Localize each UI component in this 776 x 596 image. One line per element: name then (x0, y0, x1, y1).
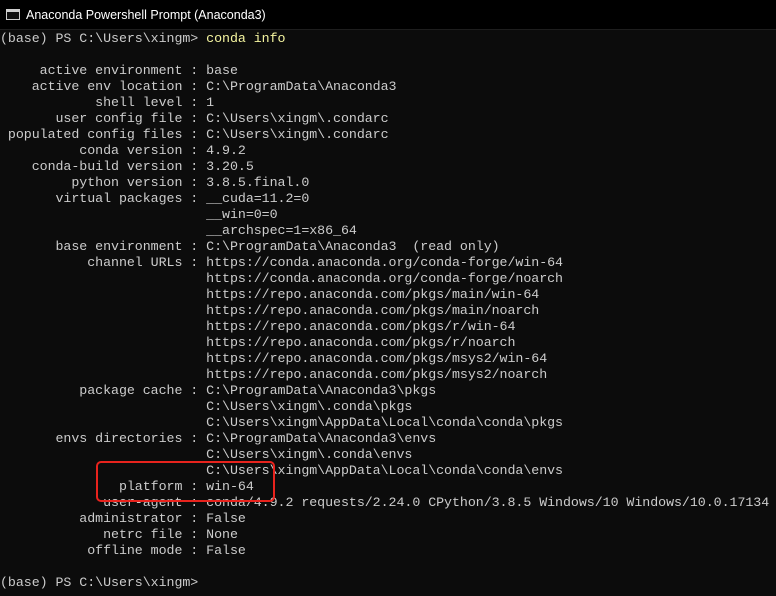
command-line: (base) PS C:\Users\xingm> conda info (0, 31, 769, 47)
output-line: active env location : C:\ProgramData\Ana… (0, 79, 397, 94)
output-line: envs directories : C:\ProgramData\Anacon… (0, 431, 437, 446)
output-line: netrc file : None (0, 527, 238, 542)
output-line: base environment : C:\ProgramData\Anacon… (0, 239, 500, 254)
output-line: __win=0=0 (0, 207, 278, 222)
command-text: conda info (206, 31, 286, 46)
output-line: https://repo.anaconda.com/pkgs/r/noarch (0, 335, 516, 350)
output-line: https://repo.anaconda.com/pkgs/r/win-64 (0, 319, 516, 334)
final-prompt[interactable]: (base) PS C:\Users\xingm> (0, 575, 769, 591)
console-output[interactable]: (base) PS C:\Users\xingm> conda info act… (0, 31, 769, 591)
output-line: https://repo.anaconda.com/pkgs/msys2/noa… (0, 367, 548, 382)
window-title: Anaconda Powershell Prompt (Anaconda3) (26, 8, 266, 22)
output-line: https://repo.anaconda.com/pkgs/main/noar… (0, 303, 540, 318)
output-line: offline mode : False (0, 543, 246, 558)
output-line: C:\Users\xingm\AppData\Local\conda\conda… (0, 415, 563, 430)
prompt: (base) PS C:\Users\xingm> (0, 31, 207, 46)
output-line: shell level : 1 (0, 95, 215, 110)
title-bar[interactable]: Anaconda Powershell Prompt (Anaconda3) (0, 0, 776, 30)
output-line: https://conda.anaconda.org/conda-forge/n… (0, 271, 563, 286)
output-line: https://repo.anaconda.com/pkgs/main/win-… (0, 287, 540, 302)
output-line: populated config files : C:\Users\xingm\… (0, 127, 389, 142)
output-line: channel URLs : https://conda.anaconda.or… (0, 255, 563, 270)
output-line: conda version : 4.9.2 (0, 143, 246, 158)
output-line: active environment : base (0, 63, 238, 78)
output-line: __archspec=1=x86_64 (0, 223, 357, 238)
output-line: conda-build version : 3.20.5 (0, 159, 254, 174)
output-line: C:\Users\xingm\.conda\pkgs (0, 399, 413, 414)
output-line: https://repo.anaconda.com/pkgs/msys2/win… (0, 351, 548, 366)
terminal-icon (6, 9, 20, 20)
output-line: administrator : False (0, 511, 246, 526)
output-line: virtual packages : __cuda=11.2=0 (0, 191, 310, 206)
platform-highlight-box (96, 461, 275, 502)
output-line: python version : 3.8.5.final.0 (0, 175, 310, 190)
output-line: user config file : C:\Users\xingm\.conda… (0, 111, 389, 126)
output-line: package cache : C:\ProgramData\Anaconda3… (0, 383, 437, 398)
terminal-window: Anaconda Powershell Prompt (Anaconda3) (… (0, 0, 776, 596)
